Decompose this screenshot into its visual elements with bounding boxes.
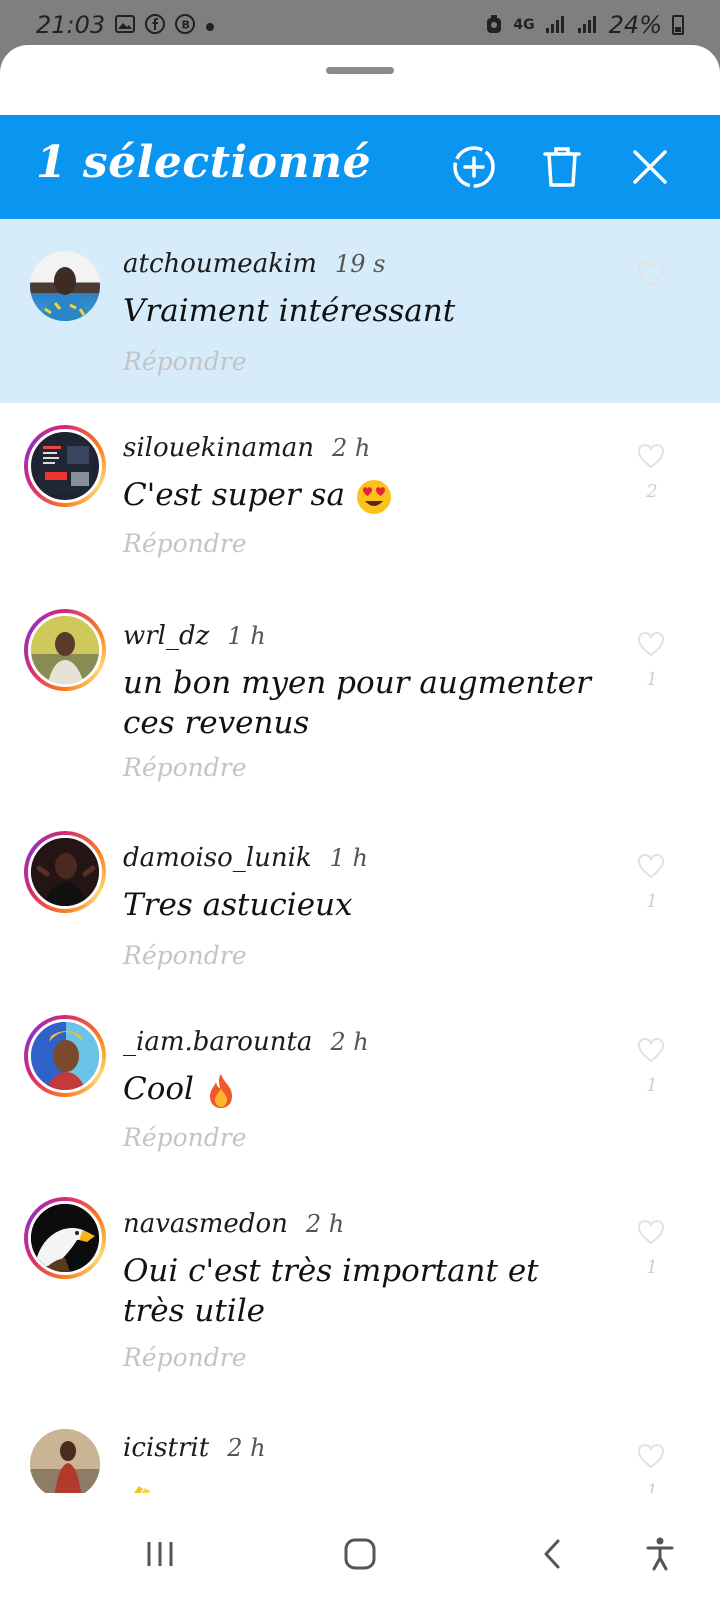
avatar[interactable]: [24, 1015, 106, 1097]
reply-button[interactable]: Répondre: [123, 1343, 247, 1372]
avatar[interactable]: [24, 1197, 106, 1279]
back-button[interactable]: [528, 1530, 576, 1578]
status-left: 21:03 B: [36, 11, 215, 39]
signal-icon: [545, 14, 567, 37]
comment-item[interactable]: damoiso_lunik 1 h Tres astucieux Répondr…: [0, 813, 720, 997]
comment-time: 1 h: [227, 622, 266, 650]
fire-emoji: [209, 1073, 232, 1108]
selection-bar: 1 sélectionné: [0, 115, 720, 219]
heart-icon[interactable]: [636, 1217, 666, 1247]
close-button[interactable]: [624, 141, 676, 193]
network-type: 4G: [513, 17, 535, 33]
comment-text: Cool: [123, 1071, 194, 1107]
close-icon: [633, 150, 667, 184]
dot-icon: [205, 15, 215, 35]
trash-icon: [543, 147, 581, 187]
comment-username[interactable]: atchoumeakim: [123, 249, 317, 279]
comment-item[interactable]: wrl_dz 1 h un bon myen pour augmenter ce…: [0, 589, 720, 813]
heart-icon[interactable]: [636, 851, 666, 881]
reply-button[interactable]: Répondre: [123, 347, 247, 376]
clock: 21:03: [36, 11, 106, 39]
heart-icon[interactable]: [636, 629, 666, 659]
back-icon: [544, 1539, 560, 1569]
selection-title: 1 sélectionné: [36, 137, 372, 188]
status-right: 4G 24%: [485, 11, 684, 39]
comment-username[interactable]: navasmedon: [123, 1209, 288, 1239]
like-count: 1: [646, 1075, 658, 1096]
system-nav-bar: [0, 1510, 720, 1600]
avatar[interactable]: [24, 609, 106, 691]
comment-item[interactable]: atchoumeakim 19 s Vraiment intéressant R…: [0, 219, 720, 403]
reply-button[interactable]: Répondre: [123, 941, 247, 970]
like-count: 2: [646, 481, 658, 502]
comment-list: atchoumeakim 19 s Vraiment intéressant R…: [0, 219, 720, 1493]
comment-username[interactable]: icistrit: [123, 1433, 209, 1463]
heart-icon[interactable]: [636, 441, 666, 471]
comment-time: 1 h: [329, 844, 368, 872]
comment-time: 2 h: [227, 1434, 266, 1462]
drag-handle[interactable]: [326, 67, 394, 74]
facebook-icon: [145, 13, 166, 37]
heart-icon[interactable]: [636, 259, 666, 289]
comment-time: 2 h: [330, 1028, 369, 1056]
comment-text: Tres astucieux: [123, 887, 353, 923]
delete-button[interactable]: [536, 141, 588, 193]
reply-button[interactable]: Répondre: [123, 753, 247, 782]
accessibility-button[interactable]: [636, 1530, 684, 1578]
heart-icon[interactable]: [636, 1035, 666, 1065]
battery-icon: [672, 15, 684, 35]
signal-icon: [577, 14, 599, 37]
comment-time: 19 s: [334, 250, 386, 278]
alarm-icon: [485, 14, 503, 37]
comment-item[interactable]: _iam.barounta 2 h Cool Répondre 1: [0, 997, 720, 1179]
avatar[interactable]: [24, 245, 106, 327]
like-count: 1: [646, 891, 658, 912]
comment-username[interactable]: silouekinaman: [123, 433, 314, 463]
comment-time: 2 h: [305, 1210, 345, 1238]
comment-item[interactable]: silouekinaman 2 h C'est super sa Répondr…: [0, 403, 720, 589]
comment-username[interactable]: wrl_dz: [123, 621, 209, 651]
battery-percent: 24%: [608, 11, 662, 39]
comment-time: 2 h: [331, 434, 371, 462]
like-count: 1: [646, 1257, 658, 1278]
recents-button[interactable]: [136, 1530, 184, 1578]
comments-sheet: 1 sélectionné atchoumeakim 19 s Vraiment…: [0, 45, 720, 1600]
comment-text: Vraiment intéressant: [123, 293, 456, 329]
recents-icon: [147, 1542, 173, 1566]
clap-emoji: [133, 1485, 150, 1493]
business-icon: B: [175, 13, 196, 37]
comment-text: Oui c'est très important et très utile: [123, 1253, 539, 1329]
comment-item[interactable]: navasmedon 2 h Oui c'est très important …: [0, 1179, 720, 1403]
comment-text: C'est super sa: [123, 477, 345, 513]
add-button[interactable]: [448, 141, 500, 193]
avatar[interactable]: [24, 831, 106, 913]
comment-username[interactable]: damoiso_lunik: [123, 843, 312, 873]
like-count: 1: [646, 669, 658, 690]
svg-text:B: B: [182, 18, 190, 31]
heart-eyes-emoji: [356, 479, 391, 514]
comment-text-row: Cool: [123, 1069, 603, 1110]
comment-text: un bon myen pour augmenter ces revenus: [123, 665, 591, 741]
comment-username[interactable]: _iam.barounta: [123, 1027, 312, 1057]
comment-text-row: [123, 1475, 603, 1493]
like-count: 1: [646, 1481, 658, 1493]
home-icon: [344, 1538, 376, 1570]
avatar[interactable]: [24, 1423, 106, 1493]
status-bar: 21:03 B 4G 24%: [0, 0, 720, 50]
reply-button[interactable]: Répondre: [123, 1123, 247, 1152]
avatar[interactable]: [24, 425, 106, 507]
comment-text-row: C'est super sa: [123, 475, 603, 516]
heart-icon[interactable]: [636, 1441, 666, 1471]
gallery-icon: [115, 14, 136, 36]
home-button[interactable]: [336, 1530, 384, 1578]
reply-button[interactable]: Répondre: [123, 529, 247, 558]
accessibility-icon: [646, 1537, 674, 1571]
add-circle-icon: [453, 146, 495, 188]
comment-item[interactable]: icistrit 2 h 1: [0, 1403, 720, 1493]
